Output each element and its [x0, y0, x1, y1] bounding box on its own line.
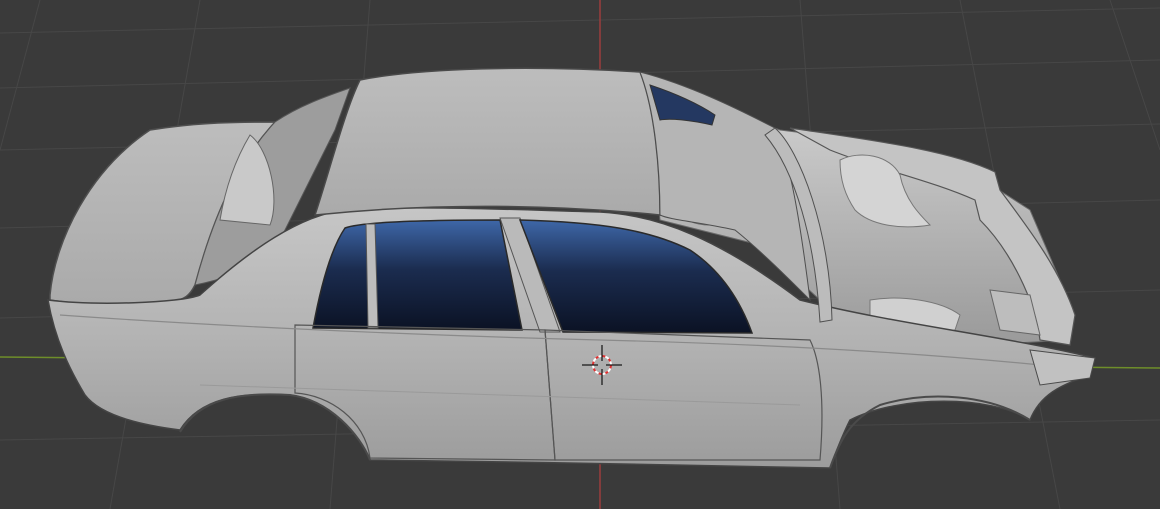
car-roof	[313, 67, 661, 216]
viewport-canvas[interactable]	[0, 0, 1160, 509]
rear-side-window	[312, 219, 523, 331]
car-body-model[interactable]	[47, 67, 1096, 469]
3d-viewport[interactable]	[0, 0, 1160, 509]
